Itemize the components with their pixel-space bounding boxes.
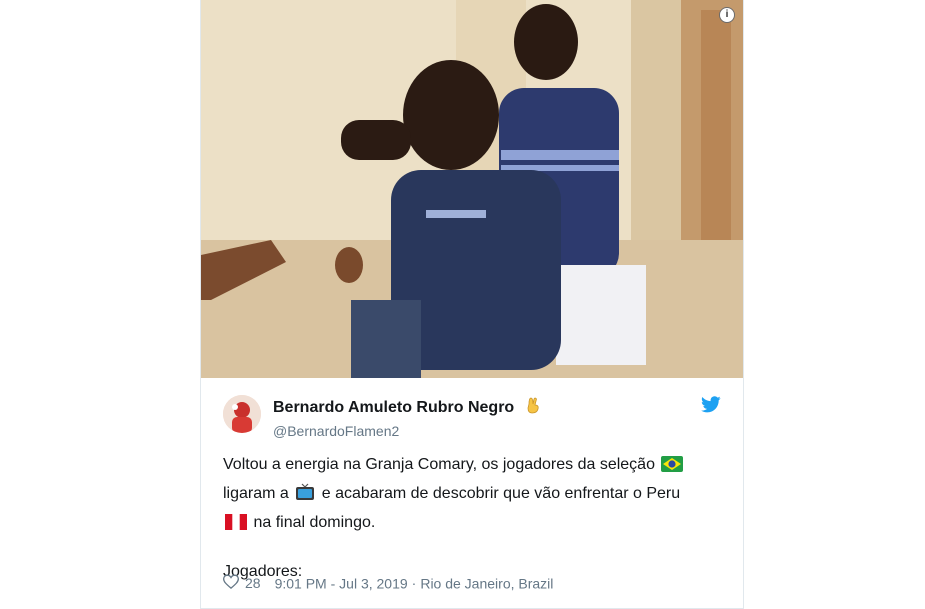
tweet-text-part1: Voltou a energia na Granja Comary, os jo… — [223, 456, 655, 473]
television-icon — [295, 483, 315, 510]
location-link[interactable]: Rio de Janeiro, Brazil — [420, 575, 553, 591]
tweet-text-part2: ligaram a — [223, 485, 289, 502]
separator-dot: · — [411, 575, 417, 592]
timestamp[interactable]: 9:01 PM - Jul 3, 2019 — [275, 575, 408, 591]
author-handle[interactable]: @BernardoFlamen2 — [273, 423, 541, 439]
brazil-flag-icon — [661, 455, 684, 481]
embedded-tweet-card: i Bernardo Amuleto Rubro Negro @Bernardo… — [200, 0, 744, 609]
like-count[interactable]: 28 — [245, 575, 261, 591]
tweet-footer: 28 9:01 PM - Jul 3, 2019 · Rio de Janeiro, … — [222, 574, 553, 592]
author-names: Bernardo Amuleto Rubro Negro @BernardoFl… — [273, 396, 541, 439]
peru-flag-icon — [225, 513, 247, 539]
heart-icon[interactable] — [222, 574, 240, 592]
tweet-body: Bernardo Amuleto Rubro Negro @BernardoFl… — [201, 378, 743, 585]
tweet-text: Voltou a energia na Granja Comary, os jo… — [223, 452, 713, 585]
avatar[interactable] — [223, 395, 261, 433]
author-display-name[interactable]: Bernardo Amuleto Rubro Negro — [273, 399, 514, 417]
crossed-fingers-icon — [525, 396, 541, 419]
info-icon[interactable]: i — [719, 7, 735, 23]
tweet-text-part3: e acabaram de descobrir que vão enfrenta… — [321, 485, 681, 502]
tweet-header: Bernardo Amuleto Rubro Negro @BernardoFl… — [223, 392, 723, 439]
twitter-bird-icon[interactable] — [701, 396, 721, 418]
video-frame-image — [201, 0, 743, 378]
tweet-text-part4: na final domingo. — [253, 514, 376, 531]
tweet-media-video[interactable]: i — [201, 0, 743, 378]
